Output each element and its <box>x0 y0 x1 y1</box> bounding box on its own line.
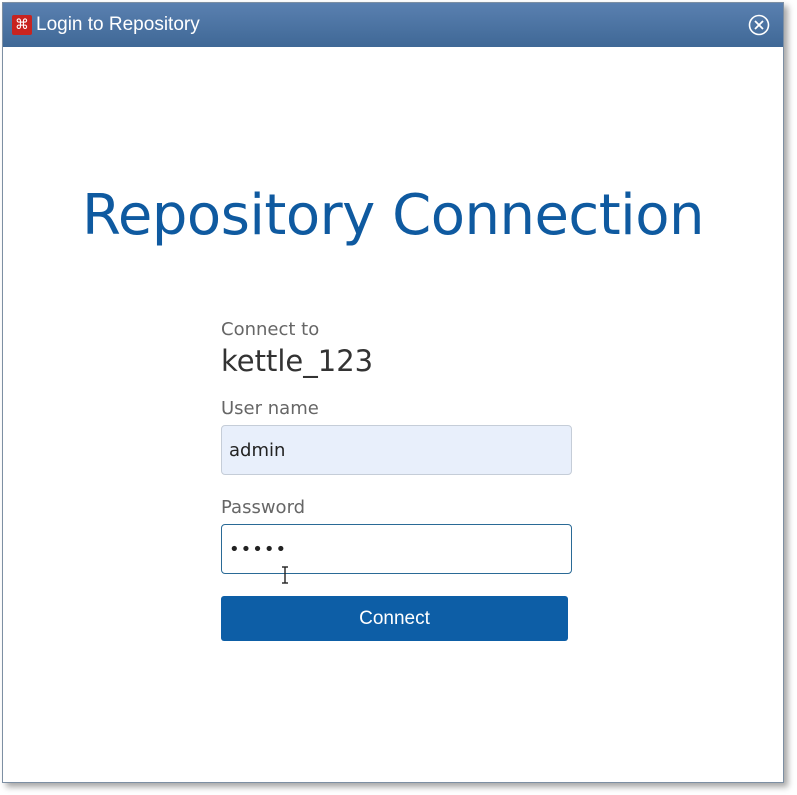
login-dialog: ⌘ Login to Repository Repository Connect… <box>2 2 784 783</box>
connect-button[interactable]: Connect <box>221 596 568 641</box>
app-icon: ⌘ <box>12 15 32 35</box>
password-label: Password <box>221 497 306 518</box>
username-label: User name <box>221 398 319 419</box>
title-bar[interactable]: ⌘ Login to Repository <box>3 3 783 47</box>
text-cursor-icon <box>282 566 288 584</box>
window-title: Login to Repository <box>36 14 200 35</box>
password-input[interactable] <box>221 524 572 574</box>
close-icon[interactable] <box>748 14 770 36</box>
repository-name: kettle_123 <box>221 344 374 378</box>
login-form: Connect to kettle_123 User name Password… <box>221 319 573 641</box>
username-input[interactable] <box>221 425 572 475</box>
page-title: Repository Connection <box>82 183 704 248</box>
connect-to-label: Connect to <box>221 319 320 340</box>
